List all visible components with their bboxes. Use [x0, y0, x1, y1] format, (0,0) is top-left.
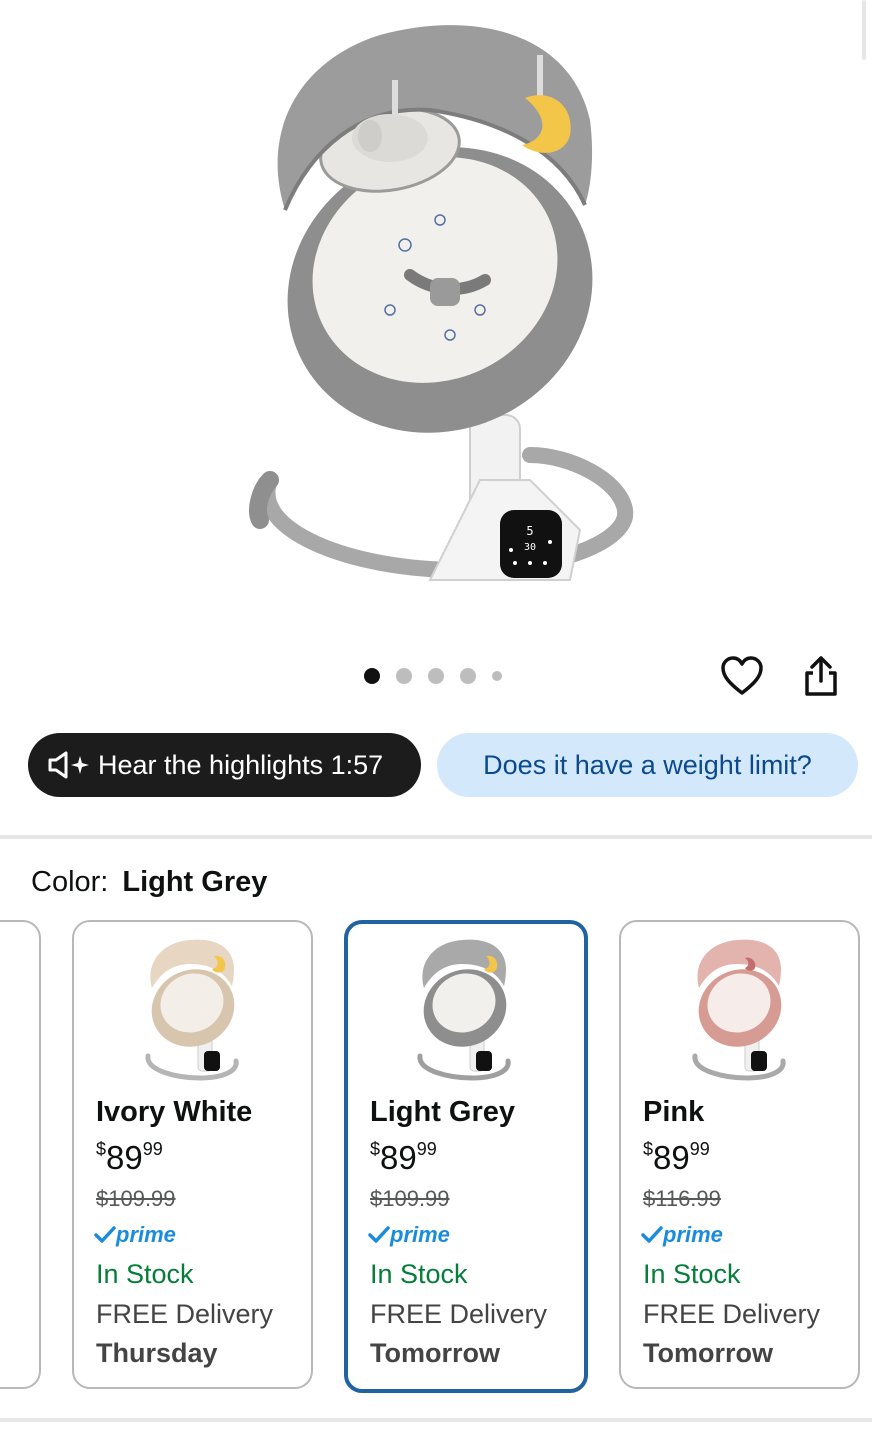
carousel-dot-4[interactable]: [460, 668, 476, 684]
color-selector-label: Color: Light Grey: [31, 866, 267, 899]
price-whole: 89: [653, 1139, 690, 1176]
scrollbar[interactable]: [862, 0, 866, 60]
check-icon: [94, 1226, 116, 1243]
variant-thumbnail: [692, 939, 786, 1081]
price-whole: 89: [380, 1139, 417, 1176]
selected-color-value: Light Grey: [122, 866, 268, 898]
prime-badge: prime: [368, 1222, 450, 1248]
image-carousel-dots[interactable]: [364, 668, 502, 684]
hear-highlights-label: Hear the highlights 1:57: [98, 749, 384, 780]
check-icon: [641, 1226, 663, 1243]
variant-card-light-grey[interactable]: Light Grey $8999 $109.99 prime In Stock …: [344, 920, 588, 1393]
share-button[interactable]: [798, 652, 844, 700]
svg-text:5: 5: [526, 524, 533, 538]
currency-symbol: $: [96, 1139, 107, 1159]
carousel-dot-5[interactable]: [492, 671, 502, 681]
share-icon: [805, 656, 837, 696]
delivery-label: FREE Delivery: [370, 1299, 548, 1329]
variant-name: Pink: [643, 1096, 705, 1128]
heart-icon: [721, 656, 763, 695]
list-price: $109.99: [96, 1186, 176, 1211]
currency-symbol: $: [643, 1139, 654, 1159]
wishlist-button[interactable]: [718, 652, 766, 700]
variant-name: Ivory White: [96, 1096, 253, 1128]
check-icon: [368, 1226, 390, 1243]
variant-thumbnail: [145, 939, 239, 1081]
svg-text:30: 30: [524, 542, 536, 553]
prime-label: prime: [663, 1222, 723, 1247]
delivery-label: FREE Delivery: [96, 1299, 274, 1329]
price-fraction: 99: [416, 1139, 437, 1159]
stock-status: In Stock: [370, 1259, 468, 1289]
variant-price: $8999: [370, 1139, 437, 1177]
variant-name: Light Grey: [370, 1096, 516, 1128]
currency-symbol: $: [370, 1139, 381, 1159]
delivery-label: FREE Delivery: [643, 1299, 821, 1329]
prime-badge: prime: [94, 1222, 176, 1248]
carousel-dot-2[interactable]: [396, 668, 412, 684]
carousel-dot-1[interactable]: [364, 668, 380, 684]
section-divider: [0, 835, 872, 839]
weight-limit-question-label: Does it have a weight limit?: [483, 749, 812, 780]
variant-card-partial[interactable]: [0, 920, 41, 1389]
prime-label: prime: [116, 1222, 176, 1247]
list-price: $109.99: [370, 1186, 450, 1211]
list-price: $116.99: [643, 1186, 721, 1211]
carousel-dot-3[interactable]: [428, 668, 444, 684]
variant-card-pink[interactable]: Pink $8999 $116.99 prime In Stock FREE D…: [619, 920, 860, 1389]
section-divider-bottom: [0, 1418, 872, 1422]
prime-label: prime: [390, 1222, 450, 1247]
stock-status: In Stock: [643, 1259, 741, 1289]
delivery-day: Tomorrow: [643, 1338, 773, 1368]
product-image[interactable]: 5 30: [230, 10, 640, 600]
variant-price: $8999: [643, 1139, 710, 1177]
variant-thumbnail: [417, 939, 511, 1081]
color-label: Color:: [31, 866, 109, 898]
price-fraction: 99: [689, 1139, 710, 1159]
variant-card-ivory-white[interactable]: Ivory White $8999 $109.99 prime In Stock…: [72, 920, 313, 1389]
variant-price: $8999: [96, 1139, 163, 1177]
prime-badge: prime: [641, 1222, 723, 1248]
delivery-day: Thursday: [96, 1338, 218, 1368]
stock-status: In Stock: [96, 1259, 194, 1289]
price-fraction: 99: [142, 1139, 163, 1159]
delivery-day: Tomorrow: [370, 1338, 500, 1368]
speaker-sparkle-icon: [46, 750, 92, 780]
weight-limit-question-button[interactable]: Does it have a weight limit?: [437, 733, 858, 797]
price-whole: 89: [106, 1139, 143, 1176]
hear-highlights-button[interactable]: Hear the highlights 1:57: [28, 733, 421, 797]
